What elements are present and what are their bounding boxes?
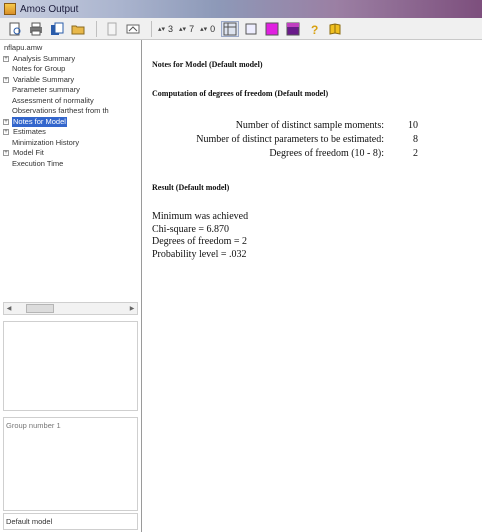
expand-plus-icon[interactable]: +	[3, 129, 9, 136]
tree-item-label: nflapu.amw	[4, 43, 43, 52]
tree-item-label: Notes for Group	[12, 64, 66, 73]
navigation-panel: nflapu.amw + Analysis Summary Notes for …	[0, 40, 142, 532]
print-preview-icon[interactable]	[6, 21, 24, 37]
copy-icon[interactable]	[48, 21, 66, 37]
tree-item-notes-for-group[interactable]: Notes for Group	[3, 64, 139, 75]
model-list-pane[interactable]: Default model	[3, 513, 138, 530]
svg-text:?: ?	[311, 23, 318, 36]
row-label: Number of distinct sample moments:	[235, 119, 384, 131]
expand-plus-icon[interactable]: +	[3, 55, 9, 62]
tree-item-label: Variable Summary	[13, 74, 75, 84]
tree-item-assessment-of-normality[interactable]: Assessment of normality	[3, 96, 139, 107]
tree-item-label: Estimates	[13, 127, 46, 136]
help-icon[interactable]: ?	[305, 21, 323, 37]
row-value: 8	[413, 133, 418, 145]
tree-item-model-fit[interactable]: + Model Fit	[3, 148, 139, 159]
spin-arrows-icon: ▴▾	[200, 25, 208, 33]
decimals-spinner[interactable]: ▴▾ 3	[158, 21, 173, 37]
row-value: 2	[413, 147, 418, 159]
page-icon[interactable]	[103, 21, 121, 37]
tree-item-label: Notes for Model	[12, 116, 67, 127]
empty-list-pane[interactable]	[3, 321, 138, 411]
result-heading: Result (Default model)	[152, 183, 230, 192]
table-grid-icon[interactable]	[221, 20, 240, 37]
spin-arrows-icon: ▴▾	[179, 25, 187, 33]
expand-plus-icon[interactable]: +	[3, 118, 9, 125]
magenta-color-icon[interactable]	[263, 21, 281, 37]
notes-heading: Notes for Model (Default model)	[152, 60, 263, 69]
result-line: Chi-square = 6.870	[152, 223, 230, 235]
width-value: 0	[210, 23, 216, 34]
result-line: Probability level = .032	[152, 248, 247, 260]
row-label: Degrees of freedom (10 - 8):	[269, 147, 384, 159]
expand-plus-icon[interactable]: +	[3, 76, 9, 83]
tree-item-analysis-summary[interactable]: + Analysis Summary	[3, 54, 139, 65]
column-spinner[interactable]: ▴▾ 7	[179, 21, 194, 37]
amos-app-icon	[4, 3, 16, 15]
tree-item-minimization-history[interactable]: Minimization History	[3, 138, 139, 149]
title-bar: Amos Output	[0, 0, 482, 18]
scroll-right-icon[interactable]: ▶	[127, 305, 137, 312]
model-item[interactable]: Default model	[4, 514, 137, 529]
toolbar-separator	[96, 20, 97, 37]
tree-item-execution-time[interactable]: Execution Time	[3, 159, 139, 170]
tree-item-label: Execution Time	[12, 158, 64, 168]
open-icon[interactable]	[69, 21, 87, 37]
tree-item-notes-for-model[interactable]: + Notes for Model	[3, 116, 139, 127]
scroll-left-icon[interactable]: ◀	[4, 305, 14, 312]
tree-item-label: Model Fit	[13, 148, 44, 157]
width-spinner[interactable]: ▴▾ 0	[200, 21, 215, 37]
toolbar-separator	[151, 20, 152, 37]
degrees-of-freedom-table: Number of distinct sample moments: 10 Nu…	[150, 118, 430, 160]
result-line: Minimum was achieved	[152, 211, 249, 222]
tree-item-label: Assessment of normality	[12, 95, 94, 105]
tree-item-label: Analysis Summary	[13, 53, 76, 63]
computation-heading: Computation of degrees of freedom (Defau…	[152, 89, 329, 98]
result-block: Minimum was achieved Chi-square = 6.870 …	[152, 211, 248, 261]
options-icon[interactable]	[124, 21, 142, 37]
output-tree: nflapu.amw + Analysis Summary Notes for …	[0, 40, 141, 298]
tree-item-label: Parameter summary	[12, 85, 80, 94]
tree-item-label: Observations farthest from th	[12, 106, 109, 115]
tree-item-observations-farthest[interactable]: Observations farthest from th	[3, 106, 139, 117]
tree-item-file[interactable]: nflapu.amw	[3, 43, 139, 54]
toolbar: ▴▾ 3 ▴▾ 7 ▴▾ 0 ?	[0, 18, 482, 40]
scrollbar-thumb[interactable]	[26, 304, 54, 313]
book-icon[interactable]	[326, 21, 344, 37]
window-title: Amos Output	[20, 3, 79, 15]
print-icon[interactable]	[27, 21, 45, 37]
tree-horizontal-scrollbar[interactable]: ◀ ▶	[3, 302, 138, 315]
result-line: Degrees of freedom = 2	[152, 236, 248, 247]
table-row: Number of distinct parameters to be esti…	[150, 132, 430, 146]
tree-item-variable-summary[interactable]: + Variable Summary	[3, 75, 139, 86]
group-list-pane[interactable]: Group number 1	[3, 417, 138, 511]
row-value: 10	[408, 119, 418, 131]
box-icon[interactable]	[242, 21, 260, 37]
decimals-value: 3	[168, 23, 174, 34]
output-content: Notes for Model (Default model) Computat…	[150, 40, 480, 532]
table-row: Number of distinct sample moments: 10	[150, 118, 430, 132]
tree-item-parameter-summary[interactable]: Parameter summary	[3, 85, 139, 96]
column-value: 7	[189, 23, 195, 34]
tree-item-label: Minimization History	[12, 137, 80, 147]
expand-plus-icon[interactable]: +	[3, 150, 9, 157]
spin-arrows-icon: ▴▾	[158, 25, 166, 33]
purple-color-icon[interactable]	[284, 21, 302, 37]
table-row: Degrees of freedom (10 - 8): 2	[150, 146, 430, 160]
tree-item-estimates[interactable]: + Estimates	[3, 127, 139, 138]
row-label: Number of distinct parameters to be esti…	[196, 133, 384, 145]
group-item[interactable]: Group number 1	[4, 418, 137, 433]
